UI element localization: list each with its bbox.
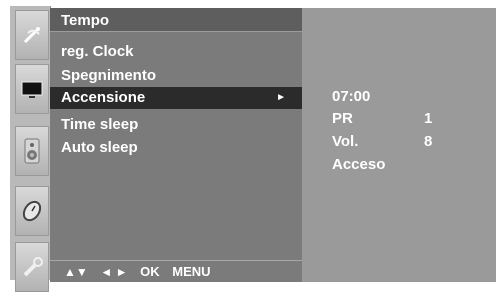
on-state-row[interactable]: Acceso [332,155,482,175]
category-time-button[interactable] [15,186,49,236]
category-audio-button[interactable] [15,126,49,176]
program-value: 1 [424,110,433,127]
volume-row[interactable]: Vol. 8 [332,132,482,152]
menu-item-spegnimento[interactable]: Spegnimento [50,65,302,87]
menu-hint: MENU [172,264,211,279]
program-row[interactable]: PR 1 [332,109,482,129]
speaker-icon [22,137,42,165]
menu-item-label: Spegnimento [61,67,157,84]
submenu-arrow-icon: ► [276,92,286,103]
submenu-panel: 07:00 PR 1 Vol. 8 Acceso [302,8,496,282]
ok-hint: OK [140,264,160,279]
category-icon-column [10,6,51,292]
menu-item-label: reg. Clock [61,43,134,60]
menu-item-label: Auto sleep [61,139,138,156]
category-picture-button[interactable] [15,64,49,114]
menu-item-reg-clock[interactable]: reg. Clock [50,41,302,63]
menu-item-label: Accensione [61,89,146,106]
satellite-dish-icon [19,22,45,48]
volume-label: Vol. [332,133,359,150]
clock-icon [19,198,45,224]
menu-panel: Tempo reg. Clock Spegnimento Accensione … [50,8,302,282]
category-setup-button[interactable] [15,242,49,292]
on-time-value: 07:00 [332,88,371,105]
program-label: PR [332,110,353,127]
category-station-button[interactable] [15,10,49,60]
on-time-row[interactable]: 07:00 [332,87,482,107]
menu-item-auto-sleep[interactable]: Auto sleep [50,137,302,159]
menu-item-time-sleep[interactable]: Time sleep [50,114,302,136]
menu-item-accensione[interactable]: Accensione ► [50,87,302,109]
menu-item-label: Time sleep [61,116,139,133]
menu-title: Tempo [50,8,302,32]
wrench-icon [19,254,45,280]
volume-value: 8 [424,133,433,150]
up-down-arrows-icon: ▲▼ [64,265,88,279]
on-state-value: Acceso [332,156,386,173]
left-right-arrows-icon: ◄ ► [100,265,128,279]
osd-screen: Tempo reg. Clock Spegnimento Accensione … [0,0,496,292]
navigation-hint-bar: ▲▼ ◄ ► OK MENU [50,260,302,282]
tv-screen-icon [19,78,45,100]
